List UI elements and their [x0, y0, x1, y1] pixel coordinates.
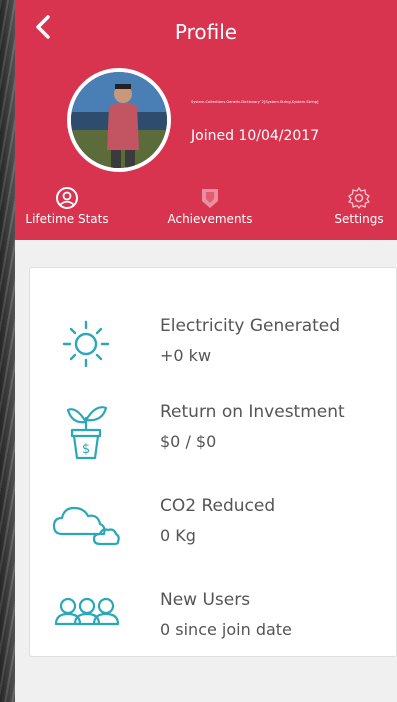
tab-label: Settings — [334, 212, 384, 226]
profile-screen: Profile System.Collections.Generic.Dicti… — [15, 0, 397, 702]
stat-label: CO2 Reduced — [160, 496, 276, 516]
profile-header: Profile System.Collections.Generic.Dicti… — [15, 0, 397, 240]
stat-electricity: Electricity Generated +0 kw — [30, 314, 396, 386]
stat-value: $0 / $0 — [160, 432, 217, 451]
cloud-icon — [52, 506, 120, 546]
tab-label: Lifetime Stats — [25, 212, 109, 226]
page-title: Profile — [174, 20, 238, 44]
stat-value: +0 kw — [160, 346, 212, 365]
stat-label: Return on Investment — [160, 402, 345, 422]
users-icon — [54, 597, 120, 626]
stats-card: Electricity Generated +0 kw $ Return on … — [29, 267, 397, 657]
stat-roi: $ Return on Investment $0 / $0 — [30, 400, 396, 472]
user-circle-icon — [56, 187, 78, 209]
tab-achievements[interactable]: Achievements — [155, 184, 265, 236]
avatar[interactable] — [67, 68, 171, 172]
sun-icon — [62, 320, 110, 368]
profile-tabs: Lifetime Stats Achievements Settings — [15, 184, 397, 236]
tab-label: Achievements — [167, 212, 253, 226]
plant-money-icon: $ — [66, 406, 108, 460]
stat-value: 0 Kg — [160, 526, 196, 545]
debug-text: System.Collections.Generic.Dictionary`2[… — [191, 100, 319, 104]
stat-co2: CO2 Reduced 0 Kg — [30, 494, 396, 566]
stat-label: Electricity Generated — [160, 316, 341, 336]
stat-value: 0 since join date — [160, 620, 292, 639]
svg-text:$: $ — [82, 442, 90, 457]
shield-icon — [202, 189, 218, 208]
stat-new-users: New Users 0 since join date — [30, 588, 396, 660]
joined-date: Joined 10/04/2017 — [191, 128, 320, 144]
stat-label: New Users — [160, 590, 251, 610]
gear-icon — [348, 187, 370, 209]
tab-lifetime-stats[interactable]: Lifetime Stats — [15, 184, 119, 236]
tab-settings[interactable]: Settings — [321, 184, 397, 236]
